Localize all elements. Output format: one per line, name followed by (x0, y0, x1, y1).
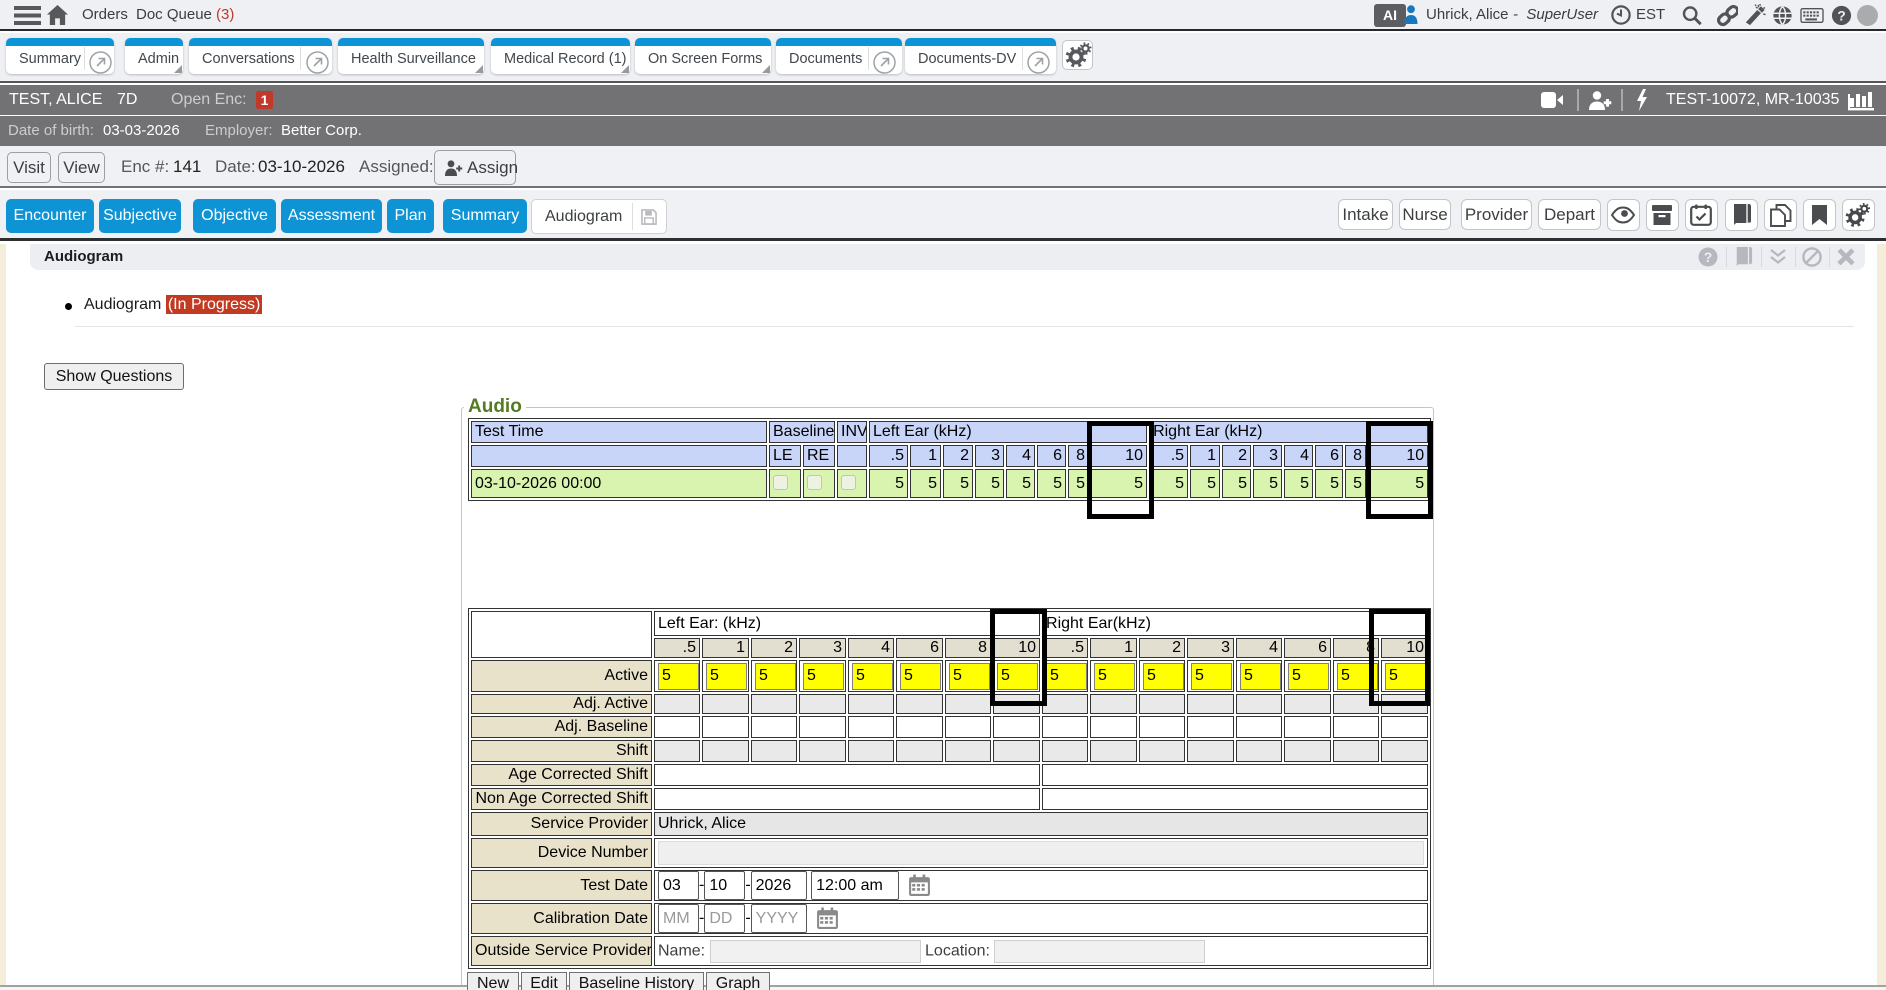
svg-text:?: ? (1704, 249, 1713, 265)
svg-text:?: ? (1837, 9, 1845, 24)
